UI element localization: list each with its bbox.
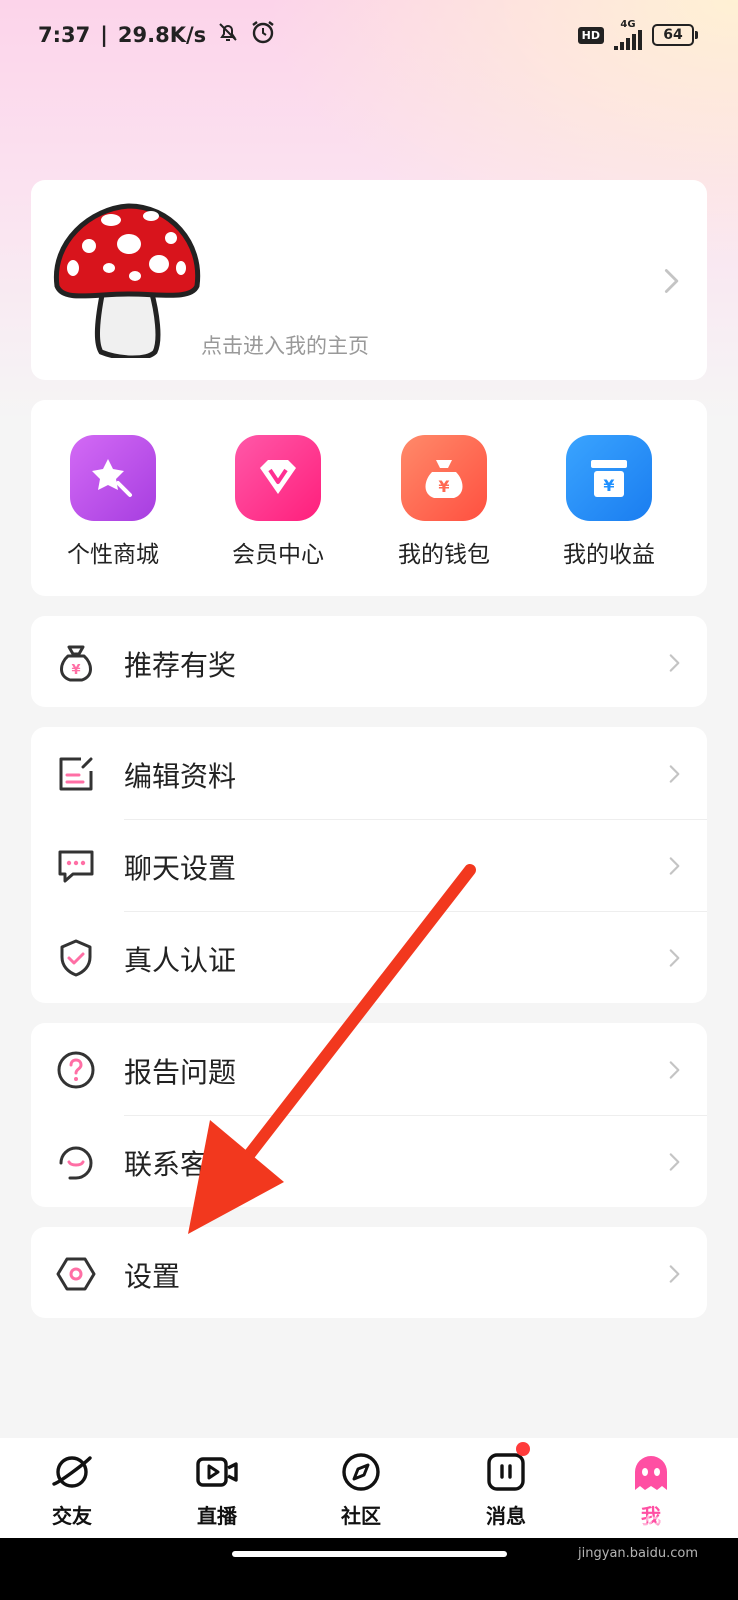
shield-check-icon (55, 937, 97, 979)
shortcut-label: 会员中心 (232, 542, 324, 568)
menu-label: 编辑资料 (124, 760, 237, 793)
avatar[interactable] (51, 202, 203, 361)
unread-badge (516, 1442, 530, 1456)
alarm-icon (250, 19, 276, 50)
message-icon (484, 1442, 530, 1494)
tab-label: 直播 (197, 1504, 237, 1528)
money-bag-outline-icon: ¥ (55, 642, 97, 684)
avatar-ghost-icon (629, 1450, 673, 1494)
hd-badge: HD (577, 26, 604, 44)
chevron-right-icon (661, 1149, 687, 1175)
signal-icon (614, 30, 642, 50)
svg-text:¥: ¥ (438, 477, 449, 496)
profile-card[interactable] (31, 180, 707, 380)
star-wand-icon (70, 435, 156, 521)
chevron-right-icon (661, 945, 687, 971)
question-circle-icon (55, 1049, 97, 1091)
menu-label: 设置 (124, 1260, 181, 1293)
income-box-icon: ¥ (566, 435, 652, 521)
status-bar: 7:37 | 29.8K/s HD 4G 64 (0, 0, 738, 64)
mushroom-icon (53, 203, 201, 361)
chevron-right-icon[interactable] (657, 266, 685, 296)
status-separator: | (100, 22, 108, 47)
edit-note-icon (55, 753, 97, 795)
watermark-url: jingyan.baidu.com (578, 1546, 698, 1561)
menu-label: 推荐有奖 (124, 649, 237, 682)
tab-friends[interactable]: 交友 (22, 1450, 122, 1529)
tab-community[interactable]: 社区 (311, 1450, 411, 1529)
hexagon-gear-icon (55, 1253, 97, 1295)
planet-icon (50, 1450, 94, 1494)
tab-label: 社区 (341, 1504, 381, 1528)
shortcut-grid: 个性商城 会员中心 ¥ 我的钱包 ¥ 我的收益 (31, 400, 707, 596)
shortcut-wallet[interactable]: ¥ 我的钱包 (379, 435, 509, 569)
home-indicator[interactable] (232, 1551, 507, 1557)
tab-messages[interactable]: 消息 (456, 1442, 556, 1529)
status-speed: 29.8K/s (117, 22, 207, 47)
shortcut-vip-center[interactable]: 会员中心 (213, 435, 343, 569)
menu-item-edit-profile[interactable]: 编辑资料 (31, 727, 707, 819)
chevron-right-icon (661, 650, 687, 676)
customer-service-icon (55, 1141, 97, 1183)
network-type: 4G (620, 19, 636, 30)
svg-text:¥: ¥ (603, 476, 614, 495)
chevron-right-icon (661, 761, 687, 787)
money-bag-icon: ¥ (401, 435, 487, 521)
battery-icon: 64 (652, 24, 698, 46)
annotation-arrow (188, 864, 476, 1234)
shortcut-label: 我的钱包 (398, 542, 490, 568)
compass-icon (339, 1450, 383, 1494)
svg-text:¥: ¥ (71, 663, 80, 678)
battery-level: 64 (652, 24, 694, 46)
v-diamond-icon (235, 435, 321, 521)
chevron-right-icon (661, 853, 687, 879)
chevron-right-icon (661, 1261, 687, 1287)
shortcut-income[interactable]: ¥ 我的收益 (544, 435, 674, 569)
recommend-card: ¥ 推荐有奖 (31, 616, 707, 707)
shortcut-label: 个性商城 (67, 542, 159, 568)
chat-bubble-icon (55, 845, 97, 887)
shortcut-theme-store[interactable]: 个性商城 (48, 435, 178, 569)
video-camera-icon (195, 1450, 239, 1494)
bell-muted-icon (216, 20, 240, 49)
tab-live[interactable]: 直播 (167, 1450, 267, 1529)
tab-label: 消息 (486, 1504, 526, 1528)
shortcut-label: 我的收益 (563, 542, 655, 568)
chevron-right-icon (661, 1057, 687, 1083)
profile-hint[interactable]: 点击进入我的主页 (201, 330, 369, 360)
menu-item-recommend[interactable]: ¥ 推荐有奖 (31, 616, 707, 708)
status-time: 7:37 (38, 22, 91, 47)
tab-label: 交友 (52, 1504, 92, 1528)
